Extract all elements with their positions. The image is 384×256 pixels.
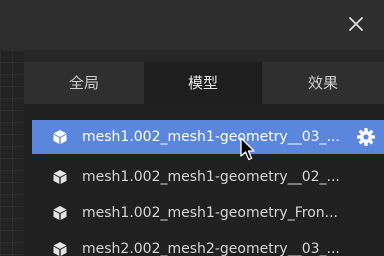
model-panel: 全局 模型 效果 mesh1.002_mesh1-geometry__03_..… <box>24 62 384 256</box>
list-item-label: mesh2.002_mesh2-geometry__03_... <box>82 241 340 256</box>
cube-icon <box>53 170 67 184</box>
tab-effects[interactable]: 效果 <box>262 62 384 104</box>
list-item[interactable]: mesh1.002_mesh1-geometry_Fron... <box>32 196 384 230</box>
cube-icon <box>53 206 67 220</box>
tab-global[interactable]: 全局 <box>24 62 144 104</box>
list-item-label: mesh1.002_mesh1-geometry__03_... <box>82 129 340 145</box>
list-item-label: mesh1.002_mesh1-geometry__02_... <box>82 169 340 185</box>
close-icon[interactable] <box>344 12 368 36</box>
list-item[interactable]: mesh1.002_mesh1-geometry__02_... <box>32 160 384 194</box>
tab-model[interactable]: 模型 <box>144 62 262 104</box>
cube-icon <box>53 242 67 256</box>
title-bar <box>0 0 384 50</box>
list-item[interactable]: mesh1.002_mesh1-geometry__03_... <box>32 120 384 154</box>
tab-bar: 全局 模型 效果 <box>24 62 384 104</box>
list-item-label: mesh1.002_mesh1-geometry_Fron... <box>82 205 338 221</box>
viewport-edge <box>0 50 24 256</box>
mesh-list: mesh1.002_mesh1-geometry__03_... mesh1.0… <box>24 104 384 256</box>
list-item[interactable]: mesh2.002_mesh2-geometry__03_... <box>32 232 384 256</box>
cube-icon <box>53 130 67 144</box>
gear-icon[interactable] <box>356 127 376 147</box>
